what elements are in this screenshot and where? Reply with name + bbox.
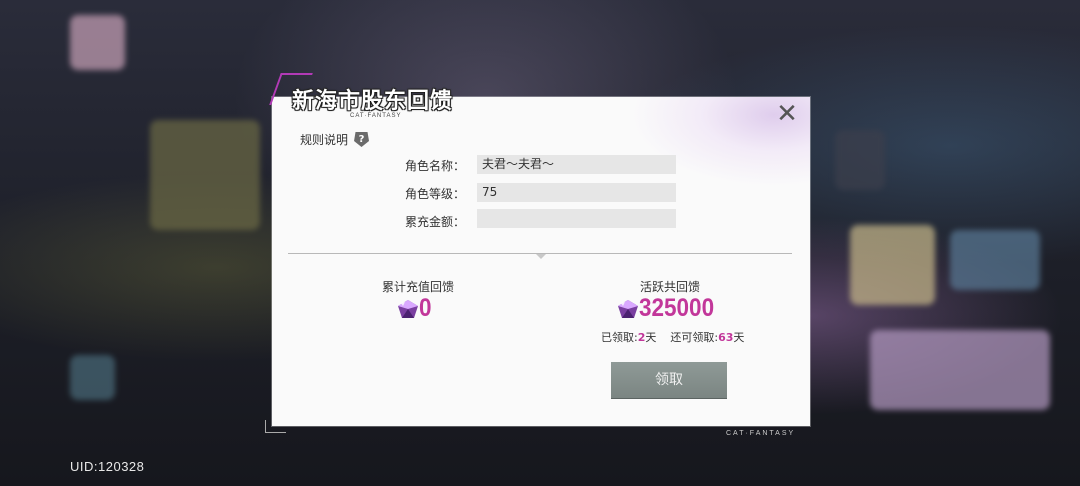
rules-button[interactable]: 规则说明 ? [300,131,370,148]
total-recharge-label: 累充金额： [404,215,465,229]
close-icon[interactable]: ✕ [775,101,799,127]
background-menu-item [835,130,885,190]
corner-decoration [265,420,286,433]
background-avatar-tile [70,15,125,70]
diamond-icon [398,300,418,318]
background-banner [870,330,1050,410]
character-name-field: 夫君～夫君～ [477,155,676,174]
claimed-prefix: 已领取: [601,331,638,344]
dialog-title: 新海市股东回馈 [292,89,454,114]
remaining-unit: 天 [733,331,745,344]
recharge-reward-label: 累计充值回馈 [381,280,454,294]
character-level-field: 75 [477,183,676,202]
divider-notch [536,254,546,259]
claim-button[interactable]: 领取 [611,362,727,398]
background-icon [70,355,115,400]
remaining-prefix: 还可领取: [670,331,719,344]
background-event-card [850,225,935,305]
claim-progress: 已领取:2天 还可领取:63天 [601,329,744,345]
rules-label: 规则说明 [300,133,349,147]
diamond-icon [618,300,638,318]
title-brand-text: CAT·FANTASY [350,113,402,119]
uid-label: UID:120328 [70,459,145,474]
character-level-label: 角色等级： [404,187,465,201]
recharge-reward-value: 0 [419,294,432,322]
claimed-unit: 天 [645,331,657,344]
total-recharge-field [477,209,676,228]
remaining-days: 63 [718,331,734,344]
active-reward-value: 325000 [639,294,715,322]
brand-watermark: CAT·FANTASY [726,430,796,437]
background-shop-window [150,120,260,230]
background-card [950,230,1040,290]
help-icon[interactable]: ? [354,132,370,147]
character-name-label: 角色名称： [404,159,465,173]
active-reward-label: 活跃共回馈 [639,280,700,294]
